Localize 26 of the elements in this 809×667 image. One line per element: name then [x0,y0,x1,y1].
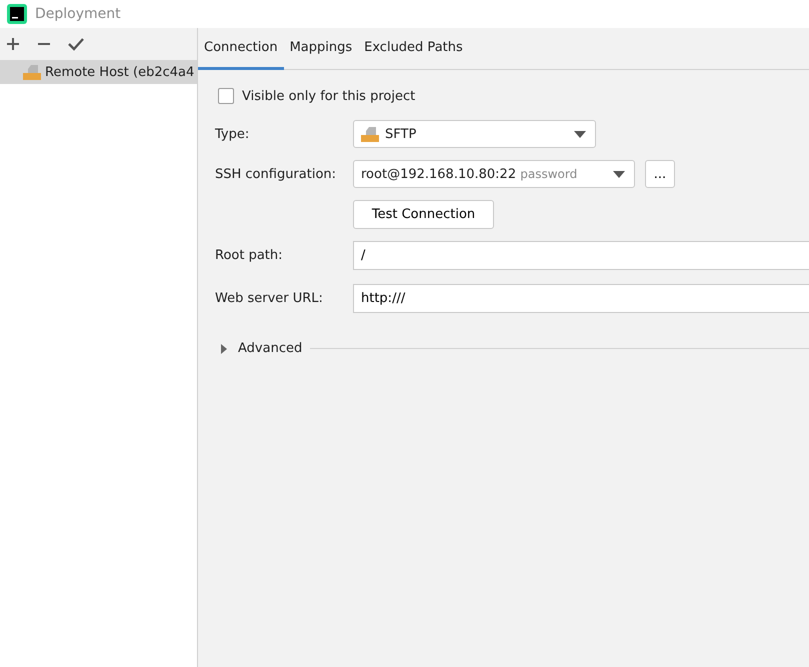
server-icon [23,64,41,80]
server-icon [361,126,379,142]
window-title: Deployment [35,6,121,22]
root-path-field[interactable]: / [353,241,809,270]
field-label: Web server URL: [215,291,324,306]
tab[interactable]: Connection [198,28,284,70]
tab[interactable]: Excluded Paths [358,28,469,70]
dropdown-arrow-icon [574,130,586,138]
app-logo-icon [7,4,27,24]
server-list-item[interactable]: Remote Host (eb2c4a4 [0,60,197,84]
test-connection-button[interactable]: Test Connection [353,200,494,229]
collapsed-arrow-icon[interactable] [220,344,228,354]
add-icon[interactable] [6,37,20,51]
web-url-field[interactable]: http:/// [353,284,809,313]
browse-button[interactable]: ... [645,160,675,188]
section-header[interactable]: Advanced [238,341,302,356]
dropdown-arrow-icon [613,170,625,178]
field-label: Root path: [215,248,284,263]
type-dropdown[interactable]: SFTP [353,120,596,148]
checkmark-icon[interactable] [68,37,84,51]
checkbox[interactable] [218,88,234,104]
field-label: Type: [215,126,250,142]
tab[interactable]: Mappings [284,28,358,70]
checkbox-label: Visible only for this project [242,88,416,104]
field-label: SSH configuration: [215,166,338,182]
ssh-dropdown[interactable]: root@192.168.10.80:22 password [353,160,635,188]
